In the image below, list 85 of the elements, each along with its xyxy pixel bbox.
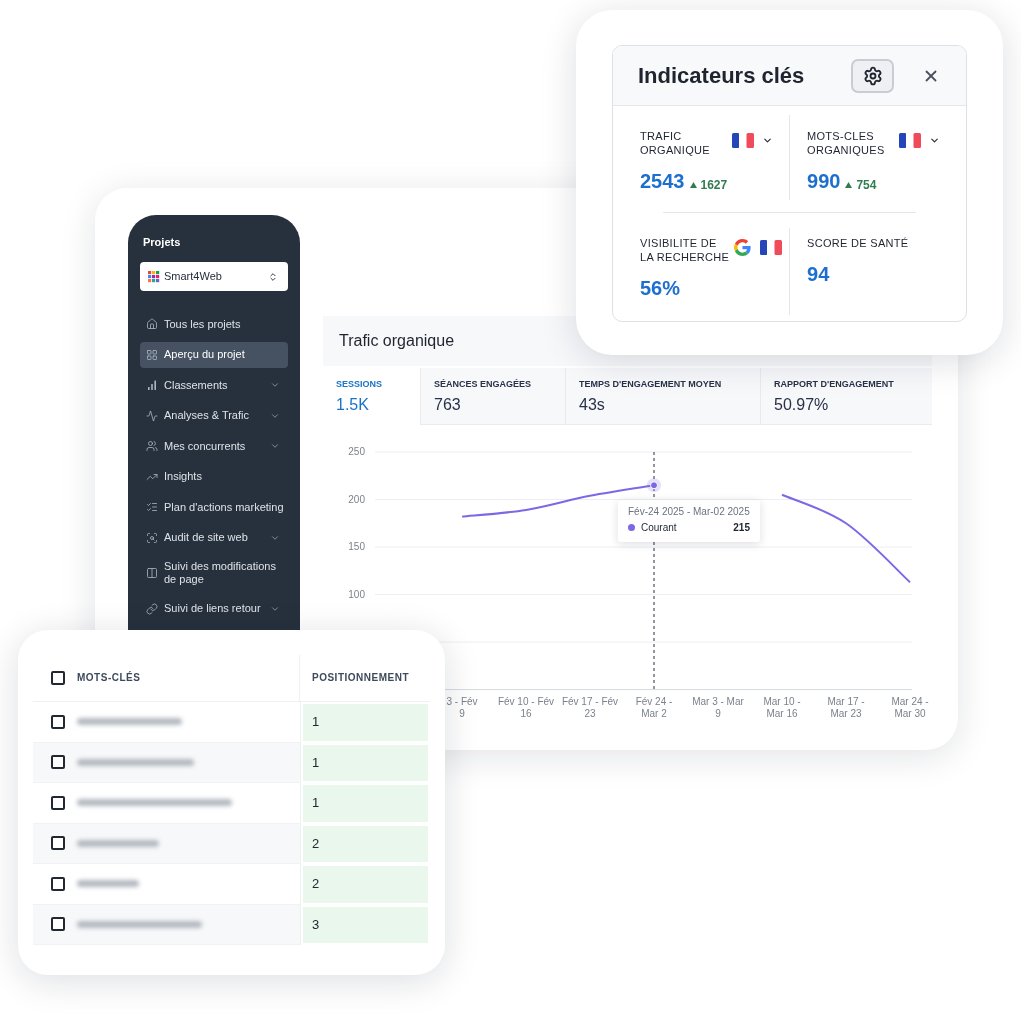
x-axis-label: Fév 17 - Fév 23 <box>561 696 619 720</box>
metric-value: 56% <box>640 277 681 299</box>
nav-item[interactable]: Analyses & Trafic <box>140 402 288 429</box>
chart-title: Trafic organique <box>339 331 455 351</box>
x-axis-label: Mar 10 - Mar 16 <box>762 696 802 720</box>
link-icon <box>146 602 158 615</box>
metric-tab[interactable]: TEMPS D'ENGAGEMENT MOYEN 43s <box>565 368 760 425</box>
metric-change: 1627 <box>700 178 728 192</box>
tooltip-title: Fév-24 2025 - Mar-02 2025 <box>628 505 750 519</box>
x-axis-label: Fév 10 - Fév 16 <box>497 696 555 720</box>
nav-item[interactable]: Insights <box>140 463 288 490</box>
nav-item[interactable]: Mes concurrents <box>140 433 288 459</box>
bar-chart-icon <box>146 379 158 391</box>
country-select[interactable] <box>899 133 941 148</box>
nav-item[interactable]: Classements <box>140 372 288 398</box>
settings-button[interactable] <box>851 58 894 93</box>
settings-icon <box>862 65 883 86</box>
series-dot-icon <box>628 524 635 532</box>
chevron-down-icon <box>762 135 773 146</box>
position-cell: 3 <box>303 906 428 943</box>
position-cell: 1 <box>303 785 428 822</box>
chevron-down-icon <box>270 441 280 451</box>
x-axis-label: Mar 3 - Mar 9 <box>691 696 745 720</box>
x-axis-label: Fév 24 - Mar 2 <box>634 696 674 720</box>
y-axis-label: 200 <box>347 493 365 506</box>
position-cell: 2 <box>303 866 428 903</box>
g-logo-icon <box>734 239 751 256</box>
row-checkbox[interactable] <box>51 876 65 891</box>
nav-item[interactable]: Tous les projets <box>140 311 288 337</box>
magnifier-icon <box>146 531 158 544</box>
nav-item[interactable]: Plan d'actions marketing <box>140 494 288 520</box>
x-axis-label: Mar 17 - Mar 23 <box>826 696 866 720</box>
nav-item[interactable]: Audit de site web <box>140 524 288 551</box>
chevron-down-icon <box>929 135 941 146</box>
row-checkbox[interactable] <box>51 836 65 851</box>
point-marker-icon <box>647 478 661 493</box>
project-select[interactable]: Smart4Web <box>140 262 288 291</box>
up-triangle-icon <box>689 182 697 188</box>
y-axis-label: 250 <box>347 446 365 458</box>
grid-icon <box>146 348 158 361</box>
position-cell: 2 <box>303 825 428 862</box>
flag-icon <box>899 133 922 148</box>
metric-value: 94 <box>807 263 830 285</box>
nav-item[interactable]: Aperçu du projet <box>140 341 288 368</box>
checklist-icon <box>146 501 158 513</box>
row-checkbox[interactable] <box>51 714 65 729</box>
blurred-text <box>77 880 139 888</box>
chevron-down-icon <box>270 380 280 390</box>
row-checkbox[interactable] <box>51 755 65 770</box>
panel-title: Indicateurs clés <box>638 62 805 89</box>
up-triangle-icon <box>845 182 853 188</box>
column-header: MOTS-CLÉS <box>77 672 141 684</box>
position-cell: 1 <box>303 704 428 741</box>
up-down-chevron-icon <box>268 271 278 282</box>
column-header: POSITIONNEMENT <box>312 672 409 684</box>
position-cell: 1 <box>303 744 428 781</box>
metric-label: SCORE DE SANTÉ <box>807 236 909 250</box>
x-axis-label: 3 - Fév 9 <box>445 696 479 720</box>
metric-value: 990 <box>807 170 841 192</box>
sidebar-title: Projets <box>143 235 181 249</box>
row-checkbox[interactable] <box>51 795 65 810</box>
users-icon <box>146 440 158 452</box>
flag-icon <box>760 240 782 255</box>
nav-item[interactable]: Suivi des modifications de page <box>140 555 288 591</box>
flag-icon <box>732 133 754 148</box>
metric-label: TRAFIC ORGANIQUE <box>640 129 711 157</box>
tooltip-value: 215 <box>733 521 750 535</box>
pulse-icon <box>146 409 158 422</box>
x-axis-label: Mar 24 - Mar 30 <box>890 696 930 720</box>
y-axis-label: 100 <box>347 588 365 601</box>
metric-label: VISIBILITE DE LA RECHERCHE <box>640 236 731 264</box>
columns-icon <box>146 567 158 579</box>
nav-item[interactable]: Suivi de liens retour <box>140 595 288 622</box>
project-logo-icon <box>148 270 160 283</box>
metric-tab[interactable]: SÉANCES ENGAGÉES 763 <box>420 368 565 425</box>
select-all-checkbox[interactable] <box>51 671 65 685</box>
metric-tab[interactable]: RAPPORT D'ENGAGEMENT 50.97% <box>760 368 932 425</box>
y-axis-label: 150 <box>347 541 365 554</box>
metric-label: MOTS-CLES ORGANIQUES <box>807 129 886 157</box>
home-icon <box>146 318 158 330</box>
metric-value: 2543 <box>640 170 685 192</box>
metric-change: 754 <box>856 178 877 192</box>
country-select[interactable] <box>732 133 773 148</box>
series-name: Courant <box>641 521 677 535</box>
row-checkbox[interactable] <box>51 917 65 932</box>
